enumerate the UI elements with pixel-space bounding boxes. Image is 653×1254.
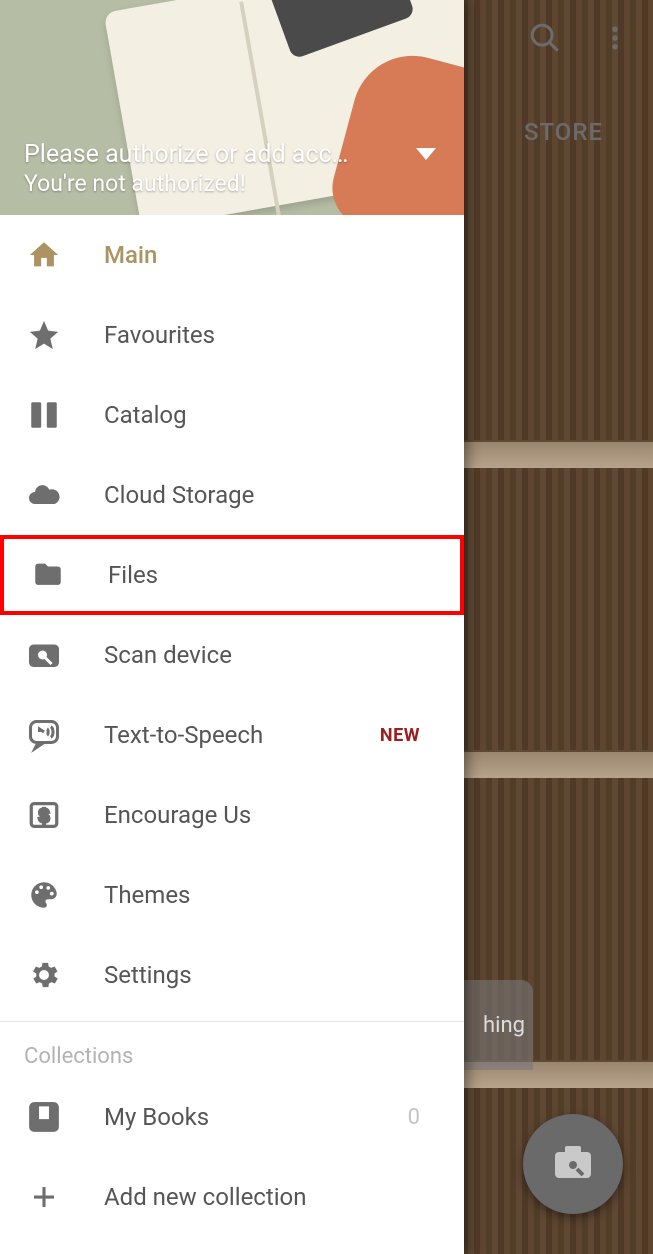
plus-icon bbox=[24, 1177, 64, 1217]
bookshelf bbox=[460, 750, 653, 778]
inbox-icon bbox=[24, 1097, 64, 1137]
nav-item-label: Encourage Us bbox=[104, 801, 440, 829]
nav-item-label: Themes bbox=[104, 881, 440, 909]
drawer-menu: Main Favourites Catalog Cloud Storage Fi bbox=[0, 215, 464, 1254]
nav-item-main[interactable]: Main bbox=[0, 215, 464, 295]
tooltip-text: hing bbox=[483, 1013, 525, 1038]
nav-item-scan[interactable]: Scan device bbox=[0, 615, 464, 695]
header-illustration bbox=[0, 0, 46, 61]
nav-item-cloud[interactable]: Cloud Storage bbox=[0, 455, 464, 535]
header-illustration bbox=[0, 0, 26, 68]
nav-item-favourites[interactable]: Favourites bbox=[0, 295, 464, 375]
new-badge: NEW bbox=[380, 725, 420, 746]
nav-item-label: Files bbox=[108, 561, 436, 589]
cloud-icon bbox=[24, 475, 64, 515]
collection-item-my-books[interactable]: My Books 0 bbox=[0, 1077, 464, 1157]
gear-icon bbox=[24, 955, 64, 995]
speech-icon bbox=[24, 715, 64, 755]
add-collection-button[interactable]: Add new collection bbox=[0, 1157, 464, 1237]
scan-fab[interactable] bbox=[523, 1114, 623, 1214]
star-icon bbox=[24, 315, 64, 355]
home-icon bbox=[24, 235, 64, 275]
add-collection-label: Add new collection bbox=[104, 1183, 440, 1211]
bookshelf bbox=[460, 440, 653, 468]
folder-icon bbox=[28, 555, 68, 595]
drawer-header[interactable]: Please authorize or add acco… You're not… bbox=[0, 0, 464, 215]
nav-item-tts[interactable]: Text-to-Speech NEW bbox=[0, 695, 464, 775]
nav-item-themes[interactable]: Themes bbox=[0, 855, 464, 935]
nav-item-label: Settings bbox=[104, 961, 440, 989]
navigation-drawer: Please authorize or add acco… You're not… bbox=[0, 0, 464, 1254]
section-title-collections: Collections bbox=[0, 1028, 464, 1077]
nav-item-label: Cloud Storage bbox=[104, 481, 440, 509]
svg-text:$: $ bbox=[39, 805, 49, 826]
nav-item-files[interactable]: Files bbox=[0, 535, 464, 615]
divider bbox=[0, 1021, 464, 1022]
catalog-icon bbox=[24, 395, 64, 435]
nav-item-label: Text-to-Speech bbox=[104, 721, 340, 749]
account-subtitle: You're not authorized! bbox=[24, 170, 440, 197]
app-bar-actions bbox=[525, 18, 635, 58]
collection-count: 0 bbox=[408, 1105, 420, 1130]
nav-item-label: Scan device bbox=[104, 641, 440, 669]
nav-item-label: Catalog bbox=[104, 401, 440, 429]
nav-item-label: Main bbox=[104, 241, 440, 269]
nav-item-encourage[interactable]: $ Encourage Us bbox=[0, 775, 464, 855]
nav-item-catalog[interactable]: Catalog bbox=[0, 375, 464, 455]
more-vert-icon[interactable] bbox=[595, 18, 635, 58]
nav-item-label: Favourites bbox=[104, 321, 440, 349]
account-title: Please authorize or add acco… bbox=[24, 139, 354, 170]
collection-label: My Books bbox=[104, 1103, 368, 1131]
palette-icon bbox=[24, 875, 64, 915]
dollar-icon: $ bbox=[24, 795, 64, 835]
tab-store[interactable]: STORE bbox=[524, 118, 603, 146]
nav-item-settings[interactable]: Settings bbox=[0, 935, 464, 1015]
chevron-down-icon[interactable] bbox=[416, 148, 436, 160]
header-illustration bbox=[0, 0, 5, 75]
camera-search-icon bbox=[24, 635, 64, 675]
search-icon[interactable] bbox=[525, 18, 565, 58]
